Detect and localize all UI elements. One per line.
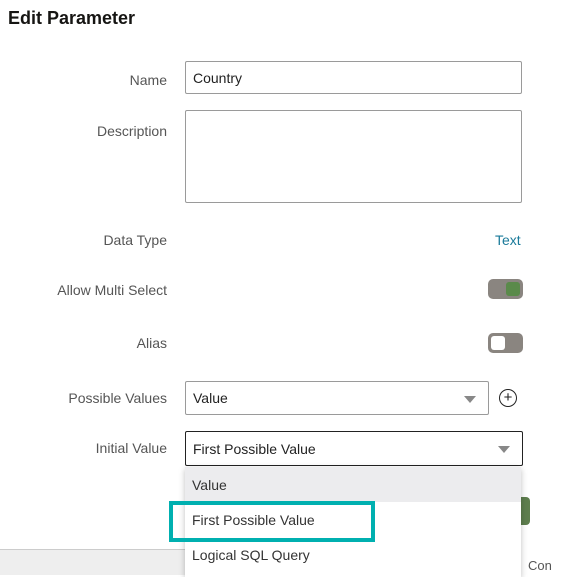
highlight-box bbox=[169, 501, 375, 542]
dropdown-option[interactable]: Logical SQL Query bbox=[185, 537, 521, 572]
name-input[interactable]: Country bbox=[185, 61, 522, 94]
initial-value-select[interactable]: First Possible Value bbox=[185, 431, 523, 466]
allow-multi-select-label: Allow Multi Select bbox=[57, 282, 167, 298]
chevron-down-icon bbox=[464, 396, 476, 403]
possible-values-label: Possible Values bbox=[68, 390, 167, 406]
dropdown-option[interactable]: Value bbox=[185, 467, 521, 502]
description-textarea[interactable] bbox=[185, 110, 522, 203]
initial-value-value: First Possible Value bbox=[193, 440, 316, 457]
chevron-down-icon bbox=[498, 446, 510, 453]
alias-label: Alias bbox=[136, 335, 167, 351]
dialog-title: Edit Parameter bbox=[8, 8, 136, 28]
possible-values-value: Value bbox=[193, 390, 228, 406]
add-circle-icon[interactable]: + bbox=[499, 389, 517, 407]
description-label: Description bbox=[96, 123, 167, 139]
footer-bar bbox=[0, 549, 185, 575]
data-type-value[interactable]: Text bbox=[495, 232, 521, 248]
data-type-label: Data Type bbox=[103, 232, 167, 248]
footer-text: Con bbox=[528, 558, 552, 573]
initial-value-label: Initial Value bbox=[95, 440, 167, 456]
ok-button[interactable] bbox=[520, 497, 530, 525]
allow-multi-select-toggle[interactable] bbox=[488, 279, 523, 299]
possible-values-select[interactable]: Value bbox=[185, 381, 489, 415]
name-label: Name bbox=[129, 72, 167, 88]
alias-toggle[interactable] bbox=[488, 333, 523, 353]
name-value: Country bbox=[193, 69, 243, 86]
